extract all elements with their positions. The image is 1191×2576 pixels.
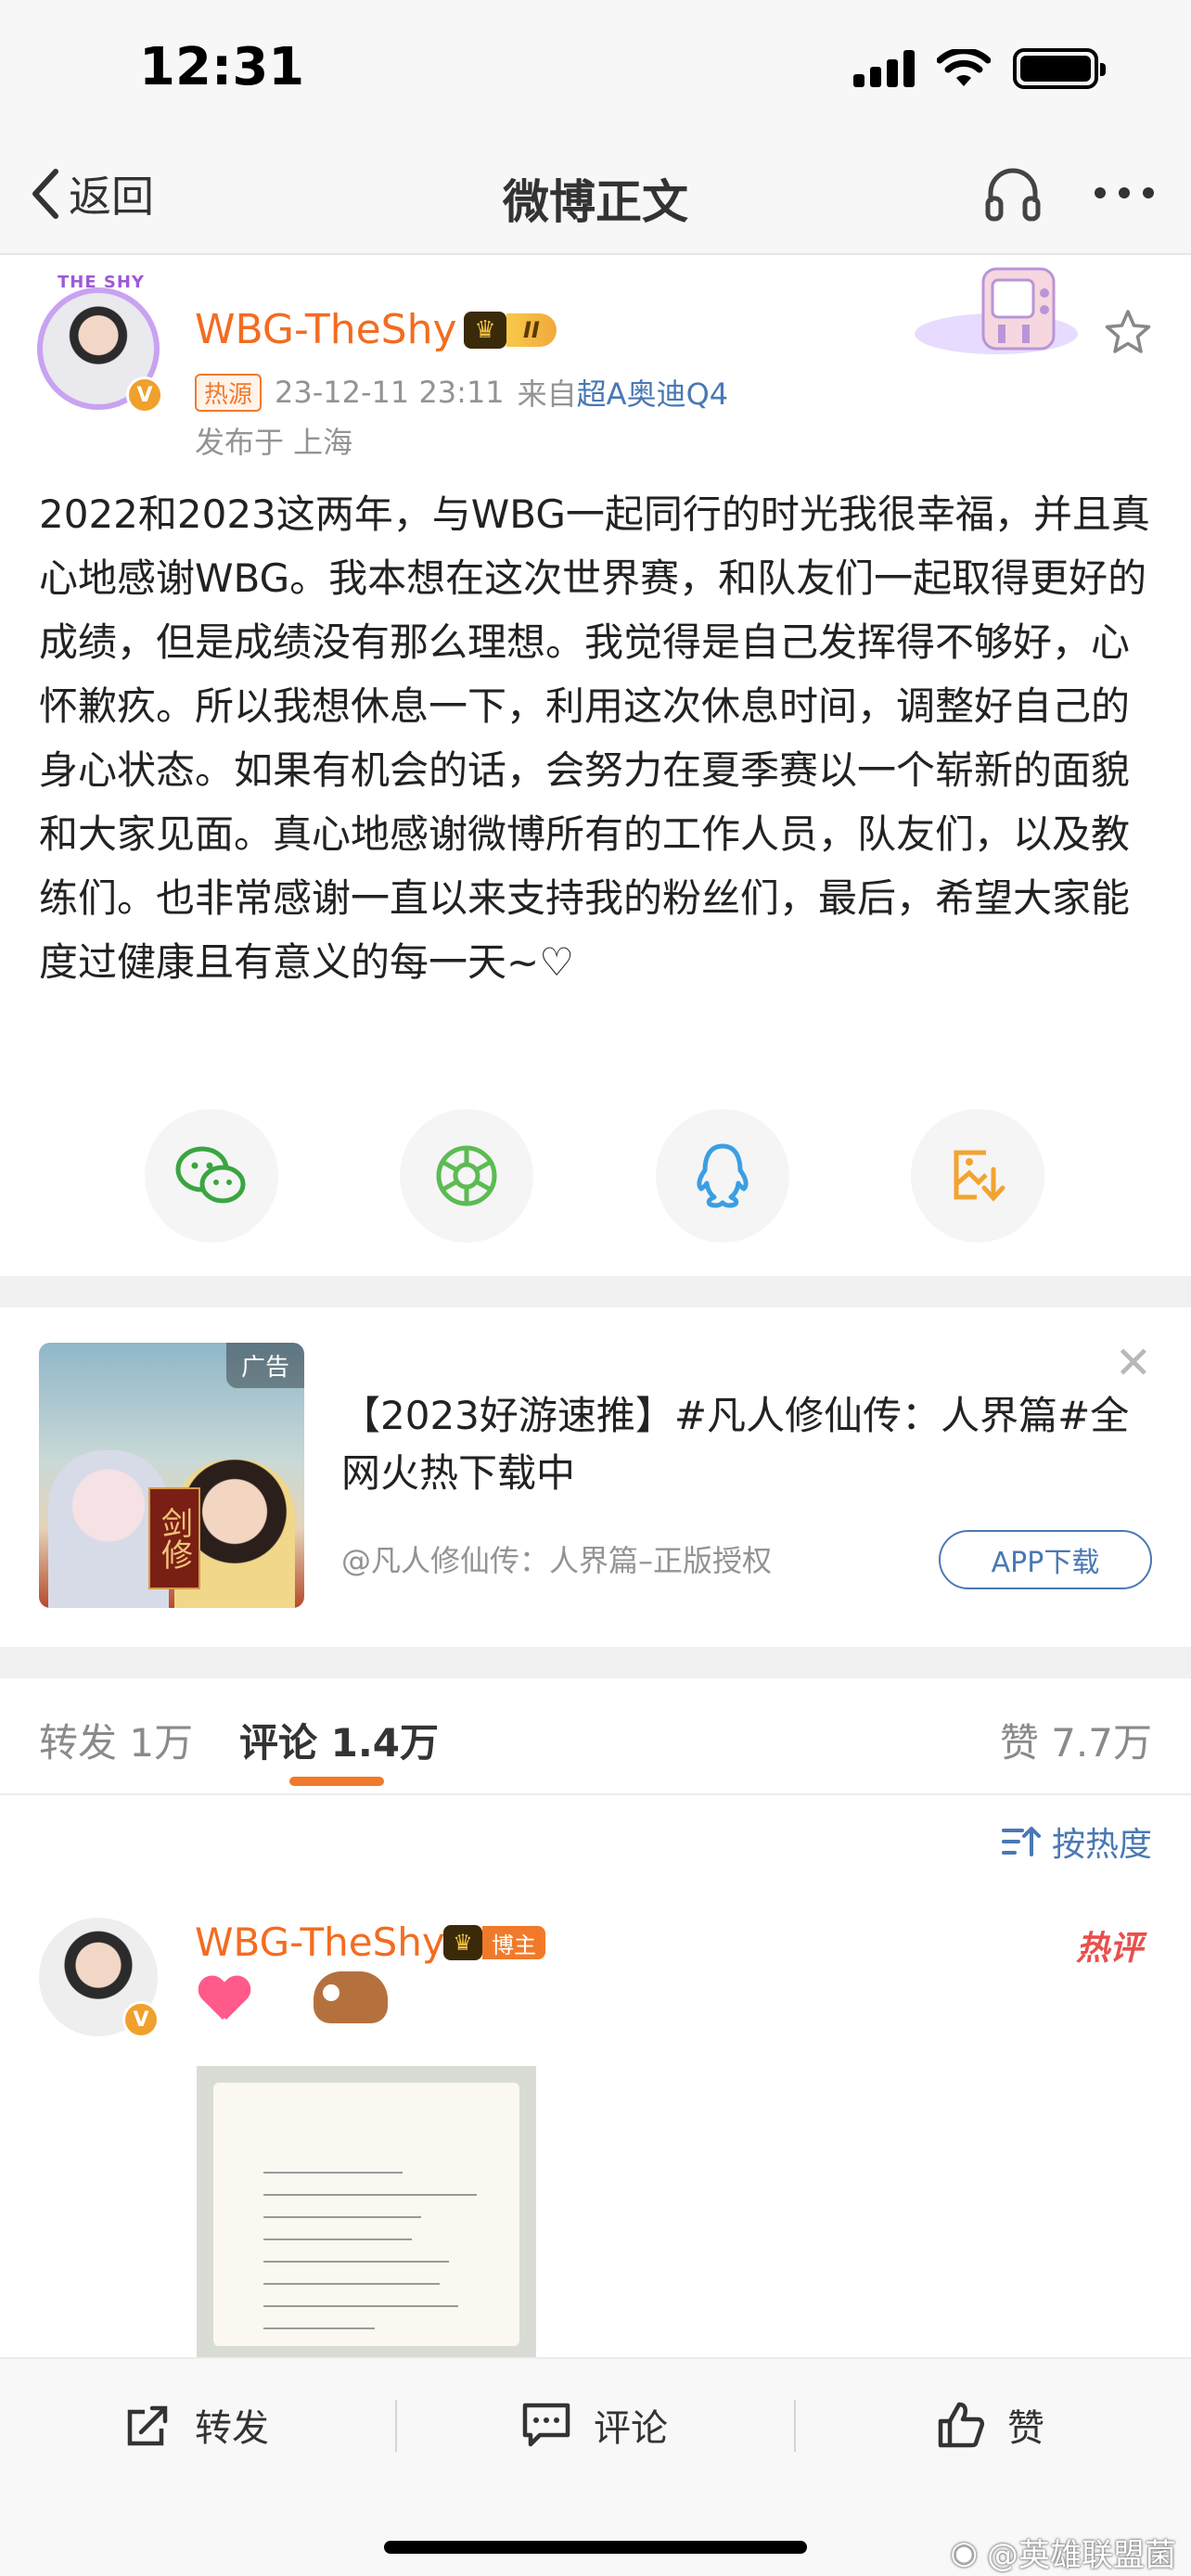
like-button[interactable]: 赞 — [937, 2398, 1044, 2452]
weibo-logo-icon: ◉ — [950, 2533, 978, 2571]
comment-author-avatar[interactable]: V — [39, 1918, 160, 2038]
save-image-icon — [954, 1150, 1005, 1202]
verified-badge-icon: V — [126, 376, 163, 414]
battery-icon — [1013, 48, 1106, 89]
share-qq-button[interactable] — [655, 1109, 789, 1243]
verified-badge-icon: V — [122, 2001, 160, 2038]
repost-label: 转发 — [195, 2407, 269, 2450]
close-icon[interactable]: ✕ — [1115, 1341, 1152, 1385]
avatar-frame-text: THE SHY — [58, 273, 145, 292]
divider — [794, 2400, 796, 2452]
post-source-link[interactable]: 超A奥迪Q4 — [577, 376, 728, 412]
home-indicator[interactable] — [384, 2541, 807, 2554]
ad-title[interactable]: 【2023好游速推】#凡人修仙传：人界篇#全网火热下载中 — [341, 1387, 1139, 1502]
share-row — [145, 1109, 1044, 1243]
owner-label: 博主 — [482, 1926, 545, 1959]
member-level-badge[interactable]: ♛ II — [464, 312, 557, 349]
sort-label: 按热度 — [1051, 1826, 1152, 1864]
sort-icon — [1001, 1827, 1041, 1856]
save-image-button[interactable] — [910, 1109, 1044, 1243]
hot-source-tag[interactable]: 热源 — [195, 373, 263, 412]
post-author-avatar[interactable]: THE SHY V — [30, 273, 169, 419]
moments-icon — [436, 1145, 497, 1206]
more-options-icon[interactable] — [1095, 187, 1154, 198]
share-wechat-button[interactable] — [145, 1109, 278, 1243]
headphones-icon[interactable] — [983, 161, 1043, 226]
comment-icon — [522, 2403, 570, 2447]
section-divider — [0, 1276, 1191, 1307]
heart-icon — [198, 1977, 249, 2023]
post-location: 发布于 上海 — [195, 425, 353, 460]
ad-image[interactable]: 剑修 广告 — [39, 1343, 304, 1608]
cow-sticker-icon — [314, 1971, 388, 2023]
watermark: ◉ @英雄联盟菌 — [950, 2530, 1176, 2575]
ad-tag: 广告 — [225, 1343, 304, 1388]
crown-icon: ♛ — [464, 312, 506, 349]
level-label: II — [506, 313, 557, 347]
hot-comment-badge: 热评 — [1075, 1930, 1143, 1968]
divider — [395, 2400, 397, 2452]
comment-label: 评论 — [594, 2407, 668, 2450]
status-icons — [853, 48, 1106, 89]
active-tab-indicator — [289, 1777, 384, 1786]
status-time: 12:31 — [139, 37, 305, 97]
tab-reposts[interactable]: 转发 1万 — [39, 1712, 193, 1768]
thumbs-up-icon — [938, 2402, 985, 2448]
like-label: 赞 — [1007, 2407, 1044, 2450]
tab-comments[interactable]: 评论 1.4万 — [239, 1712, 439, 1768]
comment-author-name[interactable]: WBG-TheShy — [195, 1919, 445, 1965]
sort-button[interactable]: 按热度 — [1001, 1817, 1152, 1866]
source-prefix: 来自 — [517, 376, 577, 412]
qq-icon — [697, 1143, 749, 1208]
status-bar: 12:31 — [0, 0, 1191, 139]
ad-image-text: 剑修 — [148, 1487, 200, 1589]
interaction-tabs: 转发 1万 评论 1.4万 赞 7.7万 — [0, 1677, 1191, 1795]
comment-image[interactable] — [197, 2066, 536, 2363]
watermark-text: @英雄联盟菌 — [987, 2537, 1176, 2574]
post-author-name[interactable]: WBG-TheShy — [195, 306, 457, 353]
comment-button[interactable]: 评论 — [521, 2398, 668, 2452]
nav-bar: 返回 微博正文 — [0, 139, 1191, 255]
wifi-icon — [937, 49, 991, 86]
ad-author[interactable]: @凡人修仙传：人界篇–正版授权 — [341, 1537, 772, 1580]
post-meta: 热源 23-12-11 23:11 来自超A奥迪Q4 — [195, 371, 728, 414]
owner-badge: ♛ 博主 — [443, 1925, 545, 1960]
wechat-icon — [175, 1146, 246, 1204]
repost-button[interactable]: 转发 — [124, 2398, 269, 2452]
comment-emojis — [198, 1971, 388, 2023]
post-time: 23-12-11 23:11 — [275, 375, 505, 410]
tab-likes[interactable]: 赞 7.7万 — [1000, 1712, 1152, 1768]
post-body-text: 2022和2023这两年，与WBG一起同行的时光我很幸福，并且真心地感谢WBG。… — [39, 491, 1150, 985]
section-divider — [0, 1647, 1191, 1678]
share-moments-button[interactable] — [400, 1109, 534, 1243]
cellular-signal-icon — [853, 50, 915, 87]
crown-icon: ♛ — [443, 1925, 482, 1960]
card-decoration-icon — [915, 267, 1078, 354]
app-download-button[interactable]: APP下载 — [939, 1530, 1152, 1589]
repost-icon — [127, 2405, 168, 2446]
favorite-star-icon[interactable] — [1104, 308, 1152, 356]
